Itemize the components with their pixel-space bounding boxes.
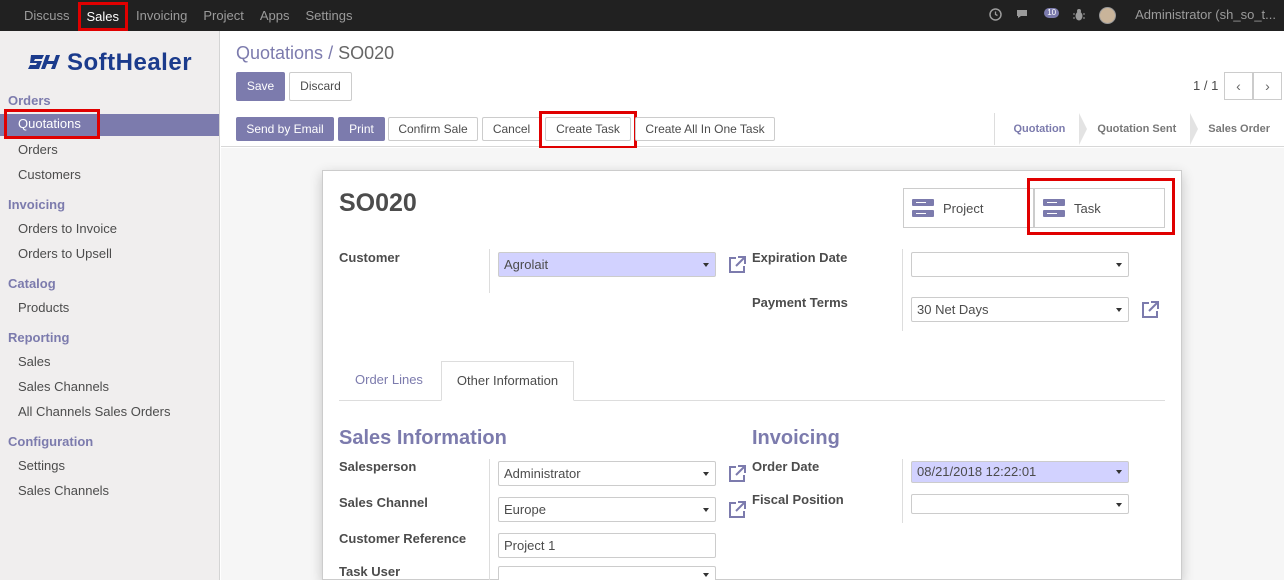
- salesperson-select[interactable]: Administrator: [498, 461, 716, 486]
- separator: [489, 459, 490, 580]
- order-date-field[interactable]: 08/21/2018 12:22:01: [911, 461, 1129, 483]
- bug-icon[interactable]: [1073, 8, 1086, 24]
- status-quotation[interactable]: Quotation: [995, 113, 1088, 145]
- expiration-date-label: Expiration Date: [752, 250, 848, 265]
- sidebar-item-config-sales-channels[interactable]: Sales Channels: [18, 483, 109, 498]
- sidebar-item-sales-channels[interactable]: Sales Channels: [18, 379, 109, 394]
- avatar: [1099, 7, 1117, 25]
- sidebar-section-invoicing: Invoicing: [8, 197, 66, 212]
- customer-reference-label: Customer Reference: [339, 531, 467, 546]
- company-logo: SoftHealer: [27, 49, 192, 76]
- sidebar-item-settings[interactable]: Settings: [18, 458, 65, 473]
- breadcrumb: Quotations / SO020: [236, 43, 394, 64]
- payment-terms-select[interactable]: 30 Net Days: [911, 297, 1129, 322]
- status-bar: Quotation Quotation Sent Sales Order: [994, 113, 1284, 145]
- sales-information-heading: Sales Information: [339, 427, 507, 449]
- customer-select[interactable]: Agrolait: [498, 252, 716, 277]
- sidebar-section-reporting: Reporting: [8, 330, 70, 345]
- clock-icon[interactable]: [989, 7, 1002, 24]
- messages-icon[interactable]: 10: [1016, 8, 1060, 23]
- menu-project[interactable]: Project: [195, 0, 251, 31]
- sidebar-item-products[interactable]: Products: [18, 300, 69, 315]
- sidebar-section-catalog: Catalog: [8, 276, 56, 291]
- sidebar-item-sales[interactable]: Sales: [18, 354, 51, 369]
- confirm-sale-button[interactable]: Confirm Sale: [388, 117, 478, 141]
- status-quotation-sent[interactable]: Quotation Sent: [1079, 113, 1199, 145]
- payment-terms-label: Payment Terms: [752, 295, 848, 310]
- separator: [902, 249, 903, 331]
- task-user-label: Task User: [339, 564, 401, 579]
- project-smart-button[interactable]: Project: [903, 188, 1034, 228]
- sales-channel-label: Sales Channel: [339, 495, 428, 510]
- sh-logo-mark-icon: [28, 55, 60, 69]
- project-icon: [912, 199, 934, 217]
- sales-channel-select[interactable]: Europe: [498, 497, 716, 522]
- messages-badge: 10: [1044, 8, 1060, 18]
- external-link-icon[interactable]: [727, 500, 747, 520]
- tab-order-lines[interactable]: Order Lines: [355, 361, 423, 401]
- salesperson-label: Salesperson: [339, 459, 417, 474]
- menu-apps[interactable]: Apps: [252, 0, 298, 31]
- pager-next-button[interactable]: ›: [1253, 72, 1282, 100]
- save-button[interactable]: Save: [236, 72, 285, 101]
- expiration-date-field[interactable]: [911, 252, 1129, 277]
- sidebar-section-configuration: Configuration: [8, 434, 94, 449]
- menu-sales[interactable]: Sales: [77, 1, 129, 31]
- create-all-in-one-task-button[interactable]: Create All In One Task: [635, 117, 775, 141]
- record-title: SO020: [339, 189, 417, 217]
- invoicing-heading: Invoicing: [752, 427, 840, 449]
- user-menu[interactable]: Administrator (sh_so_t...: [1099, 6, 1276, 25]
- customer-label: Customer: [339, 250, 400, 265]
- task-user-select[interactable]: [498, 566, 716, 580]
- pager-previous-button[interactable]: ‹: [1224, 72, 1253, 100]
- sidebar-item-customers[interactable]: Customers: [18, 167, 81, 182]
- project-label: Project: [943, 200, 984, 216]
- fiscal-position-select[interactable]: [911, 494, 1129, 514]
- pager-value: 1 / 1: [1193, 78, 1219, 93]
- sidebar-item-orders-to-upsell[interactable]: Orders to Upsell: [18, 246, 112, 261]
- order-date-label: Order Date: [752, 459, 820, 474]
- discard-button[interactable]: Discard: [289, 72, 352, 101]
- menu-invoicing[interactable]: Invoicing: [128, 0, 195, 31]
- send-by-email-button[interactable]: Send by Email: [236, 117, 334, 141]
- sidebar-section-orders: Orders: [8, 93, 51, 108]
- external-link-icon[interactable]: [1140, 300, 1160, 320]
- separator: [489, 249, 490, 293]
- sidebar-item-orders[interactable]: Orders: [18, 142, 58, 157]
- cancel-button[interactable]: Cancel: [482, 117, 541, 141]
- external-link-icon[interactable]: [727, 255, 747, 275]
- systray: 10 Administrator (sh_so_t...: [975, 0, 1276, 31]
- status-sales-order[interactable]: Sales Order: [1190, 113, 1284, 145]
- create-task-highlight: [539, 111, 637, 149]
- breadcrumb-separator: /: [328, 43, 334, 63]
- breadcrumb-quotations[interactable]: Quotations: [236, 43, 323, 63]
- menu-settings[interactable]: Settings: [297, 0, 360, 31]
- sidebar-item-quotations[interactable]: Quotations: [4, 109, 100, 139]
- print-button[interactable]: Print: [338, 117, 385, 141]
- tab-other-information[interactable]: Other Information: [441, 361, 574, 401]
- menu-discuss[interactable]: Discuss: [16, 0, 78, 31]
- user-name: Administrator (sh_so_t...: [1135, 6, 1276, 22]
- separator: [902, 459, 903, 523]
- sidebar-item-all-channels-sales-orders[interactable]: All Channels Sales Orders: [18, 404, 170, 419]
- fiscal-position-label: Fiscal Position: [752, 492, 844, 507]
- app-menu: Discuss Sales Invoicing Project Apps Set…: [16, 0, 360, 31]
- external-link-icon[interactable]: [727, 464, 747, 484]
- customer-reference-input[interactable]: Project 1: [498, 533, 716, 558]
- task-highlight: [1027, 178, 1175, 235]
- sidebar-item-orders-to-invoice[interactable]: Orders to Invoice: [18, 221, 117, 236]
- breadcrumb-current: SO020: [338, 43, 395, 63]
